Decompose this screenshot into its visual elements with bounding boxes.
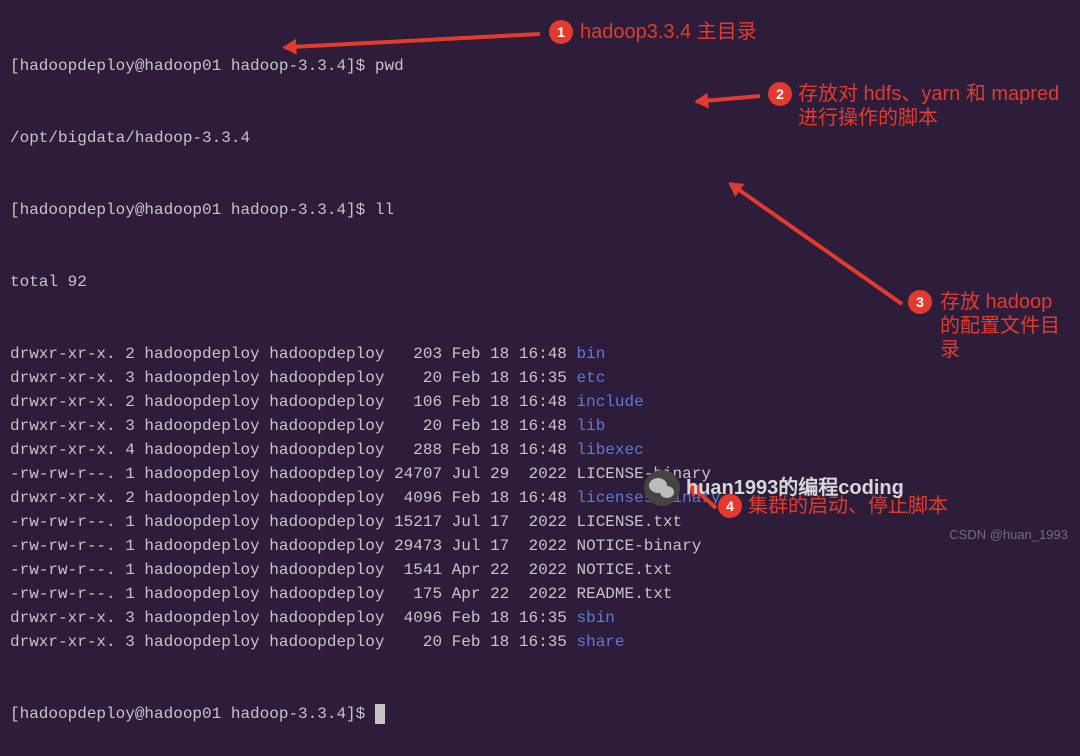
badge-2: 2 — [768, 82, 792, 106]
directory-name: sbin — [577, 609, 615, 627]
file-meta: drwxr-xr-x. 2 hadoopdeploy hadoopdeploy … — [10, 345, 577, 363]
directory-name: bin — [577, 345, 606, 363]
directory-name: etc — [577, 369, 606, 387]
file-meta: -rw-rw-r--. 1 hadoopdeploy hadoopdeploy … — [10, 561, 577, 579]
directory-name: include — [577, 393, 644, 411]
file-name: NOTICE-binary — [577, 537, 702, 555]
listing-row: drwxr-xr-x. 2 hadoopdeploy hadoopdeploy … — [10, 390, 1070, 414]
badge-3: 3 — [908, 290, 932, 314]
file-meta: drwxr-xr-x. 3 hadoopdeploy hadoopdeploy … — [10, 633, 577, 651]
file-meta: drwxr-xr-x. 3 hadoopdeploy hadoopdeploy … — [10, 609, 577, 627]
annotation-2: 存放对 hdfs、yarn 和 mapred 进行操作的脚本 — [798, 82, 1063, 130]
wechat-watermark: huan1993的编程coding — [644, 470, 904, 506]
listing-row: drwxr-xr-x. 3 hadoopdeploy hadoopdeploy … — [10, 630, 1070, 654]
total-line: total 92 — [10, 273, 87, 291]
shell-prompt: [hadoopdeploy@hadoop01 hadoop-3.3.4]$ — [10, 201, 375, 219]
pwd-output: /opt/bigdata/hadoop-3.3.4 — [10, 129, 250, 147]
file-meta: drwxr-xr-x. 4 hadoopdeploy hadoopdeploy … — [10, 441, 577, 459]
file-meta: drwxr-xr-x. 2 hadoopdeploy hadoopdeploy … — [10, 489, 577, 507]
wechat-text: huan1993的编程coding — [686, 473, 904, 503]
file-name: LICENSE.txt — [577, 513, 683, 531]
annotation-1: hadoop3.3.4 主目录 — [580, 20, 757, 44]
file-name: README.txt — [577, 585, 673, 603]
file-meta: drwxr-xr-x. 3 hadoopdeploy hadoopdeploy … — [10, 369, 577, 387]
file-name: NOTICE.txt — [577, 561, 673, 579]
file-meta: -rw-rw-r--. 1 hadoopdeploy hadoopdeploy … — [10, 465, 577, 483]
listing-row: drwxr-xr-x. 3 hadoopdeploy hadoopdeploy … — [10, 414, 1070, 438]
file-meta: drwxr-xr-x. 2 hadoopdeploy hadoopdeploy … — [10, 393, 577, 411]
wechat-icon — [644, 470, 680, 506]
command-pwd: pwd — [375, 57, 404, 75]
listing-row: drwxr-xr-x. 3 hadoopdeploy hadoopdeploy … — [10, 606, 1070, 630]
file-meta: -rw-rw-r--. 1 hadoopdeploy hadoopdeploy … — [10, 513, 577, 531]
listing-row: -rw-rw-r--. 1 hadoopdeploy hadoopdeploy … — [10, 582, 1070, 606]
listing-row: drwxr-xr-x. 3 hadoopdeploy hadoopdeploy … — [10, 366, 1070, 390]
shell-prompt: [hadoopdeploy@hadoop01 hadoop-3.3.4]$ — [10, 57, 375, 75]
directory-name: lib — [577, 417, 606, 435]
directory-name: share — [577, 633, 625, 651]
command-ll: ll — [375, 201, 394, 219]
cursor-block — [375, 704, 385, 724]
shell-prompt: [hadoopdeploy@hadoop01 hadoop-3.3.4]$ — [10, 705, 375, 723]
file-meta: drwxr-xr-x. 3 hadoopdeploy hadoopdeploy … — [10, 417, 577, 435]
csdn-watermark: CSDN @huan_1993 — [949, 525, 1068, 545]
directory-name: libexec — [577, 441, 644, 459]
badge-1: 1 — [549, 20, 573, 44]
annotation-3: 存放 hadoop 的配置文件目录 — [940, 290, 1075, 362]
listing-row: -rw-rw-r--. 1 hadoopdeploy hadoopdeploy … — [10, 558, 1070, 582]
file-meta: -rw-rw-r--. 1 hadoopdeploy hadoopdeploy … — [10, 537, 577, 555]
listing-row: drwxr-xr-x. 2 hadoopdeploy hadoopdeploy … — [10, 342, 1070, 366]
listing-row: -rw-rw-r--. 1 hadoopdeploy hadoopdeploy … — [10, 462, 1070, 486]
listing-row: -rw-rw-r--. 1 hadoopdeploy hadoopdeploy … — [10, 534, 1070, 558]
file-meta: -rw-rw-r--. 1 hadoopdeploy hadoopdeploy … — [10, 585, 577, 603]
listing-row: drwxr-xr-x. 4 hadoopdeploy hadoopdeploy … — [10, 438, 1070, 462]
